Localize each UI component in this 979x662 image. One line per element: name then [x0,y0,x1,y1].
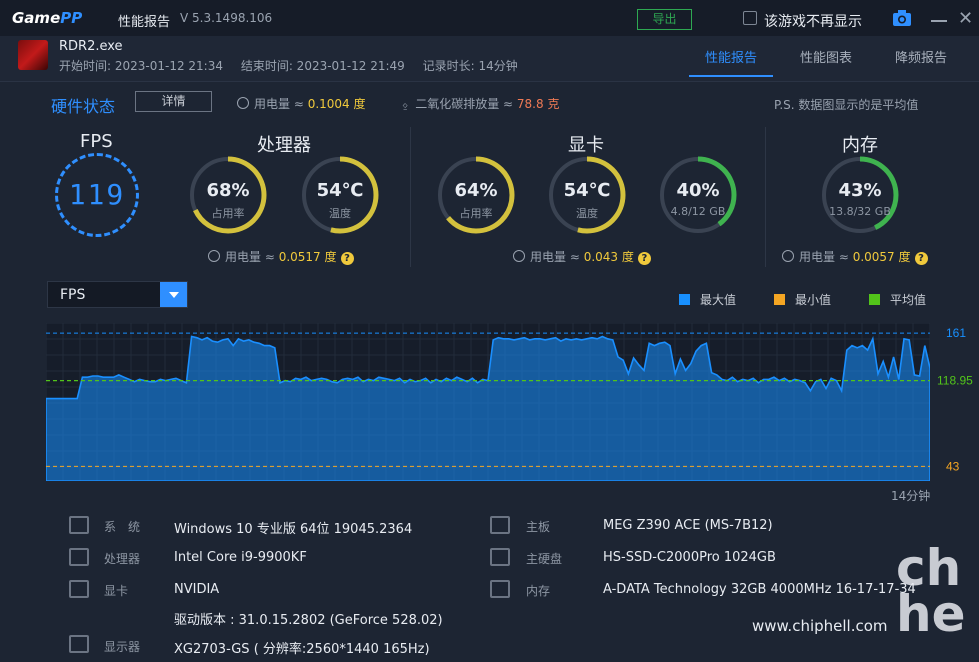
memory-usage-label: 13.8/32 GB [829,205,891,218]
help-icon[interactable]: ? [340,252,354,265]
window-title: 性能报告 [118,15,171,30]
cpu-temp-value: 54℃ [316,180,364,201]
os-value: Windows 10 专业版 64位 19045.2364 [174,522,413,537]
game-name: RDR2.exe [59,39,123,54]
gpu-key: 显卡 [104,584,129,598]
memory-usage-value: 43% [838,180,882,201]
gpu-value: NVIDIA [174,582,220,597]
title-bar: GamePP 性能报告 V 5.3.1498.106 导出 该游戏不再显示 ✕ [0,0,979,36]
co2-emission: ⍚ 二氧化碳排放量 ≈ 78.8 克 [402,97,560,111]
divider [410,127,411,267]
no-display-label[interactable]: 该游戏不再显示 [764,11,862,31]
watermark-url: www.chiphell.com [752,617,888,635]
metric-select[interactable]: FPS [47,281,188,308]
gpu-memory-value: 40% [676,180,720,201]
gpu-icon [69,580,89,598]
legend-avg: 平均值 [869,291,926,308]
disk-icon [490,548,510,566]
hardware-status-title: 硬件状态 [51,97,116,116]
power-icon [782,250,794,262]
help-icon[interactable]: ? [637,252,651,265]
thermometer-icon: ⍚ [402,97,410,111]
cpu-temp-label: 温度 [329,207,351,220]
cpu-icon [69,548,89,566]
monitor-icon [69,635,89,653]
fps-title: FPS [80,131,113,152]
windows-icon [69,516,89,534]
game-icon [18,40,48,70]
gpu-temp-label: 温度 [576,207,598,220]
min-label: 43 [946,459,960,473]
chevron-down-icon[interactable] [160,282,187,307]
motherboard-icon [490,516,510,534]
gamepp-logo: GamePP [12,9,83,27]
cpu-usage-label: 占用率 [211,207,245,220]
tab-performance-chart[interactable]: 性能图表 [800,47,852,66]
cpu-usage-value: 68% [206,180,250,201]
board-value: MEG Z390 ACE (MS-7B12) [603,518,773,533]
driver-version: 驱动版本 : 31.0.15.2802 (GeForce 528.02) [174,613,443,628]
help-icon[interactable]: ? [914,252,928,265]
metric-select-value: FPS [60,287,86,303]
memory-power: 用电量 ≈ 0.0057 度? [782,248,928,265]
board-key: 主板 [526,520,551,534]
ram-value: A-DATA Technology 32GB 4000MHz 16-17-17-… [603,582,916,597]
disk-key: 主硬盘 [526,552,563,566]
export-button[interactable]: 导出 [637,9,692,30]
chiphell-logo: ch he [896,539,966,643]
monitor-key: 显示器 [104,640,141,654]
average-note: P.S. 数据图显示的是平均值 [774,98,919,112]
gpu-memory-label: 4.8/12 GB [670,205,726,218]
divider [765,127,766,267]
camera-icon[interactable] [892,9,912,27]
total-power: 用电量 ≈ 0.1004 度 [237,95,366,112]
reference-labels: 161 118.95 43 [937,326,973,473]
version-label: V 5.3.1498.106 [180,11,273,25]
cpu-power: 用电量 ≈ 0.0517 度? [208,248,354,265]
power-icon [208,250,220,262]
gpu-power: 用电量 ≈ 0.043 度? [513,248,651,265]
legend-max: 最大值 [679,291,736,308]
tab-throttle-report[interactable]: 降频报告 [895,47,947,66]
end-time: 结束时间: 2023-01-12 21:49 [240,59,405,73]
fps-value: 119 [68,178,126,211]
gpu-usage-label: 占用率 [459,207,493,220]
gpu-usage-value: 64% [454,180,498,201]
close-icon[interactable]: ✕ [958,8,973,29]
duration: 记录时长: 14分钟 [422,59,518,73]
active-tab-indicator [689,75,773,77]
legend-min: 最小值 [774,291,831,308]
session-meta: 开始时间: 2023-01-12 21:34 结束时间: 2023-01-12 … [59,57,532,74]
monitor-value: XG2703-GS ( 分辨率:2560*1440 165Hz) [174,642,430,657]
disk-value: HS-SSD-C2000Pro 1024GB [603,550,776,565]
gpu-temp-value: 54℃ [563,180,611,201]
memory-icon [490,580,510,598]
avg-label: 118.95 [937,374,973,388]
fps-chart [46,323,930,481]
ram-key: 内存 [526,584,551,598]
power-icon [513,250,525,262]
cpu-key: 处理器 [104,552,141,566]
start-time: 开始时间: 2023-01-12 21:34 [59,59,223,73]
max-label: 161 [946,326,966,340]
tab-performance-report[interactable]: 性能报告 [705,47,757,66]
detail-button[interactable]: 详情 [135,91,212,112]
legend-swatch [869,294,880,305]
cpu-value: Intel Core i9-9900KF [174,550,307,565]
no-display-checkbox[interactable] [743,11,757,25]
legend-swatch [679,294,690,305]
os-key: 系 统 [104,520,141,534]
minimize-icon[interactable] [931,20,947,22]
power-icon [237,97,249,109]
time-axis-label: 14分钟 [891,489,931,503]
legend-swatch [774,294,785,305]
